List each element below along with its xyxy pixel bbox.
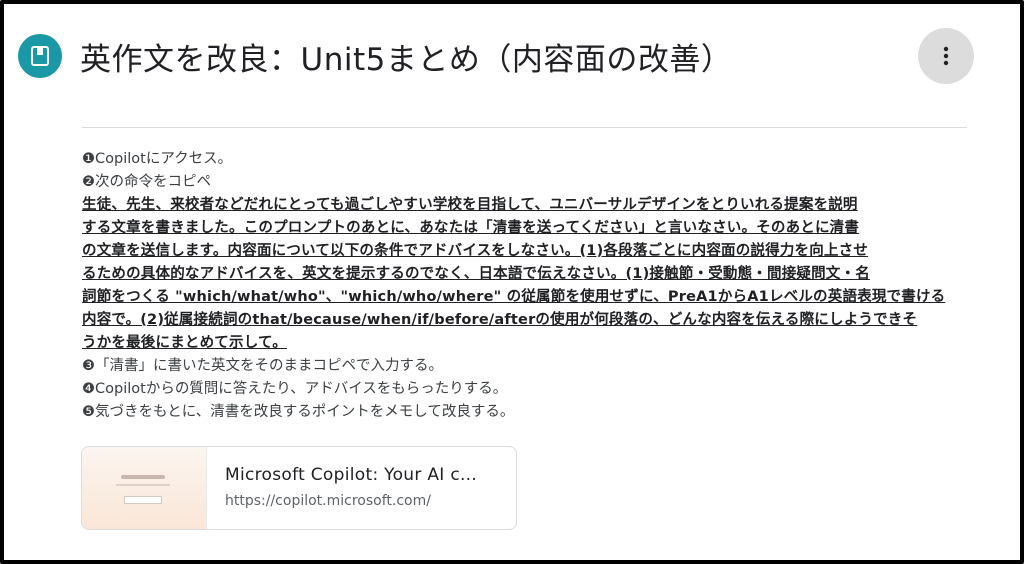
prompt-line: の文章を送信します。内容面について以下の条件でアドバイスをしなさい。(1)各段落… bbox=[82, 243, 869, 259]
assignment-glyph bbox=[31, 46, 49, 66]
step-2: ❷次の命令をコピペ bbox=[82, 174, 211, 190]
prompt-line: 内容で。(2)従属接続詞のthat/because/when/if/before… bbox=[82, 312, 918, 328]
thumbnail-subtext bbox=[116, 484, 170, 486]
more-options-button[interactable] bbox=[918, 28, 974, 84]
page-frame: 英作文を改良：Unit5まとめ（内容面の改善） ❶Copilotにアクセス。 ❷… bbox=[0, 0, 1024, 564]
prompt-line: るための具体的なアドバイスを、英文を提示するのでなく、日本語で伝えなさい。(1)… bbox=[82, 266, 870, 282]
link-title[interactable]: Microsoft Copilot: Your AI c... bbox=[225, 465, 495, 485]
step-3: ❸「清書」に書いた英文をそのままコピペで入力する。 bbox=[82, 358, 443, 374]
prompt-line: 詞節をつくる "which/what/who"、"which/who/where… bbox=[82, 289, 946, 305]
page-title: 英作文を改良：Unit5まとめ（内容面の改善） bbox=[80, 42, 733, 78]
divider bbox=[82, 127, 967, 128]
link-url[interactable]: https://copilot.microsoft.com/ bbox=[225, 493, 431, 509]
link-card[interactable]: Microsoft Copilot: Your AI c... https://… bbox=[81, 446, 517, 530]
header: 英作文を改良：Unit5まとめ（内容面の改善） bbox=[18, 28, 978, 84]
assignment-icon bbox=[18, 34, 62, 78]
prompt-text: 生徒、先生、来校者などだれにとっても過ごしやすい学校を目指して、ユニバーサルデザ… bbox=[82, 194, 970, 355]
step-5: ❺気づきをもとに、清書を改良するポイントをメモして改良する。 bbox=[82, 404, 515, 420]
step-1: ❶Copilotにアクセス。 bbox=[82, 151, 233, 167]
thumbnail-heading bbox=[121, 475, 165, 479]
thumbnail-button bbox=[124, 496, 162, 504]
prompt-line: うかを最後にまとめて示して。 bbox=[82, 335, 287, 351]
step-4: ❹Copilotからの質問に答えたり、アドバイスをもらったりする。 bbox=[82, 381, 508, 397]
prompt-line: する文章を書きました。このプロンプトのあとに、あなたは「清書を送ってください」と… bbox=[82, 220, 860, 236]
link-thumbnail bbox=[82, 447, 207, 529]
instructions: ❶Copilotにアクセス。 ❷次の命令をコピペ 生徒、先生、来校者などだれにと… bbox=[82, 148, 970, 424]
prompt-line: 生徒、先生、来校者などだれにとっても過ごしやすい学校を目指して、ユニバーサルデザ… bbox=[82, 197, 858, 213]
more-vert-icon bbox=[943, 46, 949, 66]
